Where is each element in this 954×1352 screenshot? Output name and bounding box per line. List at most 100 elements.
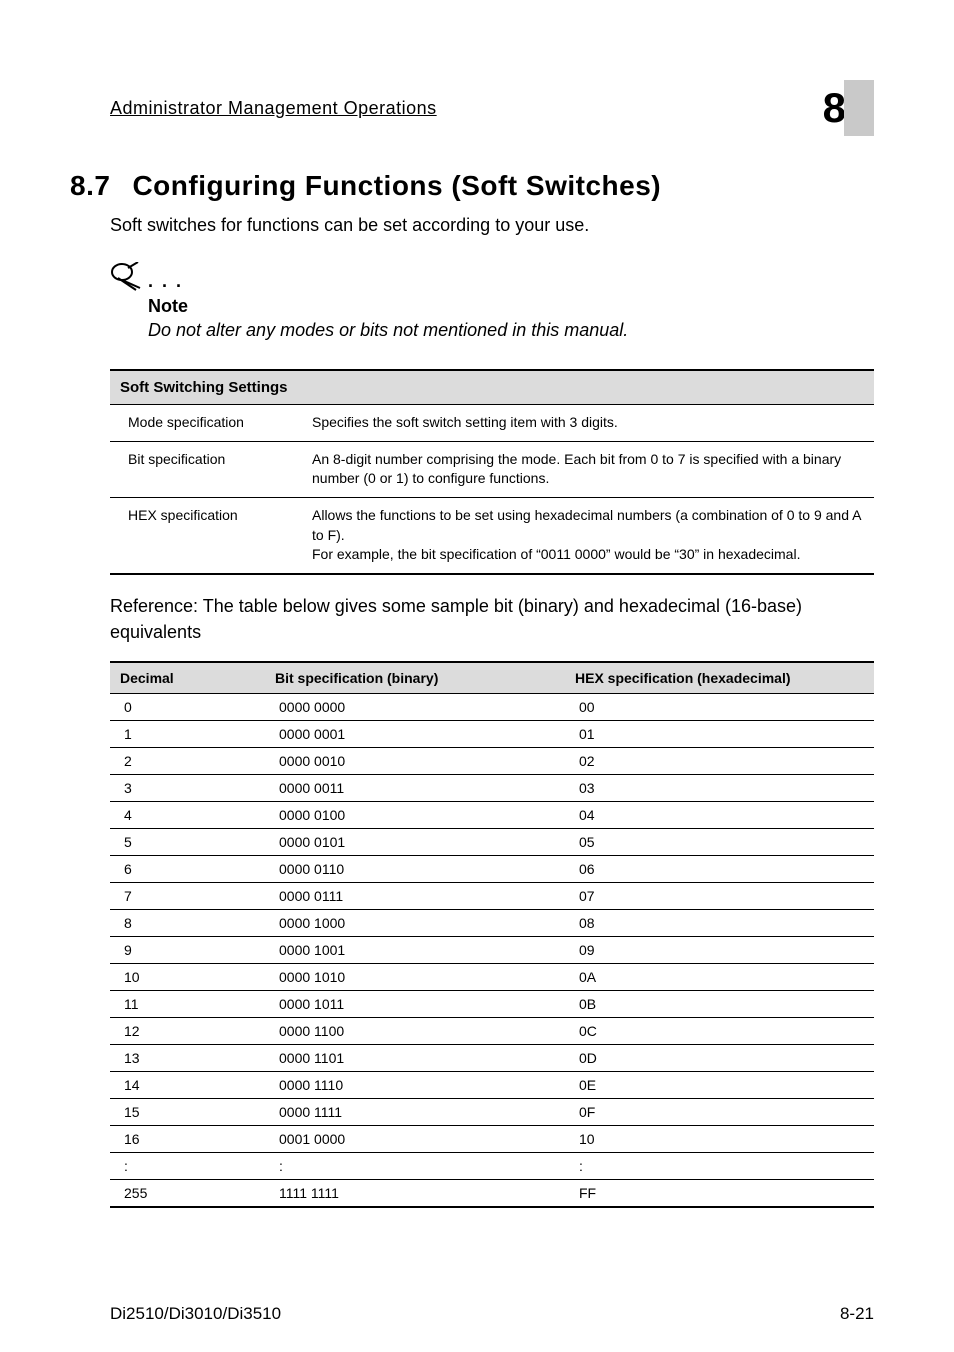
table-row: 110000 10110B (110, 990, 874, 1017)
table2-cell: 7 (110, 882, 265, 909)
table-row: 30000 001103 (110, 774, 874, 801)
table1-r2-c0: HEX specification (110, 497, 300, 573)
table1-r1-c1: An 8-digit number comprising the mode. E… (300, 441, 874, 497)
section-number: 8.7 (70, 170, 110, 202)
table2-cell: 0000 1011 (265, 990, 565, 1017)
table-row: HEX specification Allows the functions t… (110, 497, 874, 573)
section-title: Configuring Functions (Soft Switches) (132, 170, 661, 201)
table2-cell: 0000 0001 (265, 720, 565, 747)
table-row: 160001 000010 (110, 1125, 874, 1152)
chapter-tab-decoration (844, 80, 874, 136)
table2-cell: FF (565, 1179, 874, 1207)
table2-cell: 0 (110, 693, 265, 720)
table2-cell: 2 (110, 747, 265, 774)
table-row: 10000 000101 (110, 720, 874, 747)
table2-cell: 03 (565, 774, 874, 801)
table2-h0: Decimal (110, 662, 265, 694)
table1-r1-c0: Bit specification (110, 441, 300, 497)
table2-cell: 0D (565, 1044, 874, 1071)
note-label: Note (148, 296, 874, 317)
table2-cell: 1111 1111 (265, 1179, 565, 1207)
table2-cell: 1 (110, 720, 265, 747)
table2-cell: 0001 0000 (265, 1125, 565, 1152)
table2-cell: 0B (565, 990, 874, 1017)
table2-cell: 0000 1100 (265, 1017, 565, 1044)
table2-cell: 00 (565, 693, 874, 720)
table2-cell: : (265, 1152, 565, 1179)
table-row: 150000 11110F (110, 1098, 874, 1125)
table1-r0-c1: Specifies the soft switch setting item w… (300, 405, 874, 442)
table2-cell: 0000 1111 (265, 1098, 565, 1125)
table2-cell: 05 (565, 828, 874, 855)
table2-cell: 0000 0100 (265, 801, 565, 828)
table2-cell: 5 (110, 828, 265, 855)
table2-cell: 0000 0000 (265, 693, 565, 720)
running-head-title: Administrator Management Operations (110, 98, 437, 119)
table-row: 100000 10100A (110, 963, 874, 990)
table2-h1: Bit specification (binary) (265, 662, 565, 694)
reference-text: Reference: The table below gives some sa… (110, 593, 874, 645)
table2-cell: : (110, 1152, 265, 1179)
chapter-number: 8 (823, 87, 846, 129)
table2-cell: 0000 0110 (265, 855, 565, 882)
table1-header: Soft Switching Settings (110, 370, 874, 405)
table2-cell: 0000 0010 (265, 747, 565, 774)
table2-cell: 0000 1101 (265, 1044, 565, 1071)
table2-cell: 0E (565, 1071, 874, 1098)
table-row: 20000 001002 (110, 747, 874, 774)
table2-cell: : (565, 1152, 874, 1179)
table2-cell: 01 (565, 720, 874, 747)
table-row: 40000 010004 (110, 801, 874, 828)
table2-cell: 0F (565, 1098, 874, 1125)
table2-cell: 255 (110, 1179, 265, 1207)
table2-cell: 09 (565, 936, 874, 963)
table-row: 00000 000000 (110, 693, 874, 720)
table2-cell: 10 (110, 963, 265, 990)
table-row: 130000 11010D (110, 1044, 874, 1071)
table-row: Mode specification Specifies the soft sw… (110, 405, 874, 442)
table2-cell: 10 (565, 1125, 874, 1152)
footer-right: 8-21 (840, 1304, 874, 1324)
table2-cell: 11 (110, 990, 265, 1017)
table-row: 90000 100109 (110, 936, 874, 963)
table2-cell: 0A (565, 963, 874, 990)
table-row: 2551111 1111FF (110, 1179, 874, 1207)
table-row: 70000 011107 (110, 882, 874, 909)
table-row: Bit specification An 8-digit number comp… (110, 441, 874, 497)
note-icon (110, 262, 144, 292)
table2-cell: 0000 1001 (265, 936, 565, 963)
table2-cell: 06 (565, 855, 874, 882)
table-row: 80000 100008 (110, 909, 874, 936)
section-heading: 8.7 Configuring Functions (Soft Switches) (70, 170, 874, 202)
table2-cell: 0000 0011 (265, 774, 565, 801)
table2-cell: 12 (110, 1017, 265, 1044)
table2-cell: 02 (565, 747, 874, 774)
table2-cell: 6 (110, 855, 265, 882)
table2-cell: 14 (110, 1071, 265, 1098)
table2-cell: 8 (110, 909, 265, 936)
table2-cell: 07 (565, 882, 874, 909)
table2-cell: 15 (110, 1098, 265, 1125)
table2-cell: 0000 0111 (265, 882, 565, 909)
table1-r0-c0: Mode specification (110, 405, 300, 442)
table2-cell: 13 (110, 1044, 265, 1071)
table2-cell: 0000 1010 (265, 963, 565, 990)
soft-switch-settings-table: Soft Switching Settings Mode specificati… (110, 369, 874, 575)
table2-cell: 3 (110, 774, 265, 801)
reference-table: Decimal Bit specification (binary) HEX s… (110, 661, 874, 1208)
table2-cell: 04 (565, 801, 874, 828)
table-row: 140000 11100E (110, 1071, 874, 1098)
table-row: ::: (110, 1152, 874, 1179)
table2-h2: HEX specification (hexadecimal) (565, 662, 874, 694)
table2-cell: 0000 1000 (265, 909, 565, 936)
note-ellipsis: . . . (148, 271, 183, 291)
table-row: 50000 010105 (110, 828, 874, 855)
table2-cell: 4 (110, 801, 265, 828)
table2-cell: 0000 0101 (265, 828, 565, 855)
table2-cell: 0000 1110 (265, 1071, 565, 1098)
table1-r2-c1: Allows the functions to be set using hex… (300, 497, 874, 573)
table2-cell: 0C (565, 1017, 874, 1044)
table2-cell: 9 (110, 936, 265, 963)
section-intro: Soft switches for functions can be set a… (110, 212, 874, 238)
note-text: Do not alter any modes or bits not menti… (148, 317, 874, 343)
